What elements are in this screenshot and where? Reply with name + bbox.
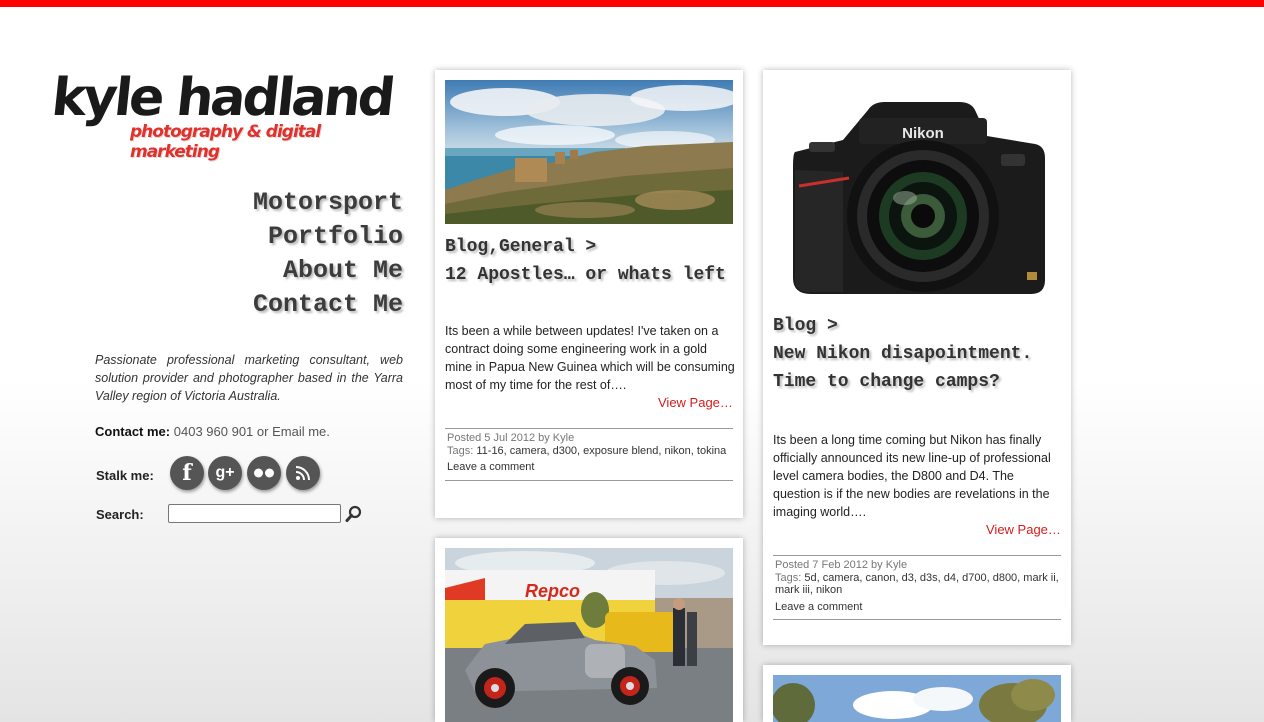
site-logo[interactable]: kyle hadland photography & digital marke… xyxy=(48,68,412,162)
stalk-label: Stalk me: xyxy=(96,468,154,483)
post-card: Repco xyxy=(435,538,743,722)
logo-tagline: photography & digital marketing xyxy=(130,122,321,162)
search-label: Search: xyxy=(96,507,144,522)
nav-item-contact-me[interactable]: Contact Me xyxy=(180,288,403,322)
search-icon[interactable] xyxy=(345,505,363,523)
contact-label: Contact me: xyxy=(95,424,171,439)
leave-comment-link[interactable]: Leave a comment xyxy=(447,461,534,473)
facebook-icon[interactable]: f xyxy=(170,456,204,490)
email-link[interactable]: Email me. xyxy=(272,424,330,439)
post-meta: Posted 7 Feb 2012 by Kyle Tags: 5d, came… xyxy=(773,555,1061,620)
post-category[interactable]: Blog > xyxy=(773,312,838,340)
post-title[interactable]: New Nikon disapointment. Time to change … xyxy=(773,340,1063,396)
nav-item-about-me[interactable]: About Me xyxy=(180,254,403,288)
post-excerpt: Its been a long time coming but Nikon ha… xyxy=(773,433,1051,519)
tags-list[interactable]: 11-16, camera, d300, exposure blend, nik… xyxy=(476,445,726,457)
post-excerpt: Its been a while between updates! I've t… xyxy=(445,324,735,392)
search-input[interactable] xyxy=(168,504,341,523)
post-category[interactable]: Blog,General > xyxy=(445,233,596,261)
contact-line: Contact me: 0403 960 901 or Email me. xyxy=(95,424,330,439)
nav-item-motorsport[interactable]: Motorsport xyxy=(180,186,403,220)
top-accent-bar xyxy=(0,0,1264,7)
bio-text: Passionate professional marketing consul… xyxy=(95,353,403,403)
tags-label: Tags: xyxy=(447,444,474,457)
post-image-12-apostles[interactable] xyxy=(445,80,733,224)
tags-label: Tags: xyxy=(775,571,802,584)
post-image-trees[interactable] xyxy=(773,675,1061,722)
flickr-icon[interactable] xyxy=(247,456,281,490)
contact-phone: 0403 960 901 xyxy=(173,424,254,439)
post-date: Posted 7 Feb 2012 by Kyle xyxy=(775,559,908,571)
post-image-nikon-camera[interactable]: Nikon xyxy=(773,80,1061,308)
camera-brand-text: Nikon xyxy=(902,125,944,142)
view-page-link[interactable]: View Page… xyxy=(658,395,733,410)
post-card: Blog,General > 12 Apostles… or whats lef… xyxy=(435,70,743,518)
view-page-link[interactable]: View Page… xyxy=(986,522,1061,537)
main-nav: Motorsport Portfolio About Me Contact Me xyxy=(180,186,403,322)
google-plus-icon[interactable]: g+ xyxy=(208,456,242,490)
post-card xyxy=(763,665,1071,722)
post-meta: Posted 5 Jul 2012 by Kyle Tags: 11-16, c… xyxy=(445,428,733,481)
post-card: Nikon Blog > New Nikon disapointment. Ti… xyxy=(763,70,1071,645)
tags-list[interactable]: 5d, camera, canon, d3, d3s, d4, d700, d8… xyxy=(775,572,1059,597)
logo-name: kyle hadland xyxy=(48,68,396,128)
leave-comment-link[interactable]: Leave a comment xyxy=(775,601,862,613)
contact-or: or xyxy=(256,424,269,439)
post-title[interactable]: 12 Apostles… or whats left xyxy=(445,261,735,289)
sign-text: Repco xyxy=(525,581,580,601)
post-date: Posted 5 Jul 2012 by Kyle xyxy=(447,432,575,444)
nav-item-portfolio[interactable]: Portfolio xyxy=(180,220,403,254)
rss-icon[interactable] xyxy=(286,456,320,490)
post-image-hot-rod[interactable]: Repco xyxy=(445,548,733,722)
